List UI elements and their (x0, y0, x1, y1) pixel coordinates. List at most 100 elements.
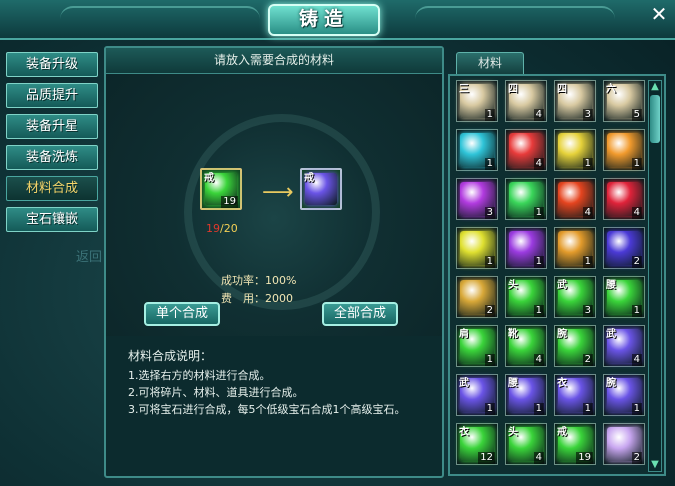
inventory-slot[interactable]: 4 (505, 129, 547, 171)
item-count: 3 (484, 207, 495, 219)
item-count: 2 (631, 452, 642, 464)
inventory-slot[interactable]: 1 (456, 129, 498, 171)
item-count: 1 (484, 256, 495, 268)
item-count: 1 (533, 256, 544, 268)
inventory-slot[interactable]: 1 (603, 129, 645, 171)
item-label: 四 (557, 84, 567, 95)
item-label: 衣 (459, 427, 469, 438)
item-label: 头 (508, 280, 518, 291)
menu-item-equip-star[interactable]: 装备升星 (6, 114, 98, 139)
menu-item-gem-inlay[interactable]: 宝石镶嵌 (6, 207, 98, 232)
menu-item-equip-upgrade[interactable]: 装备升级 (6, 52, 98, 77)
output-slot[interactable]: 戒 (300, 168, 342, 210)
item-label: 衣 (557, 378, 567, 389)
tab-materials[interactable]: 材料 (456, 52, 524, 74)
item-count: 4 (631, 354, 642, 366)
menu-item-quality-boost[interactable]: 品质提升 (6, 83, 98, 108)
inventory-slot[interactable]: 腕1 (603, 374, 645, 416)
inventory-slot[interactable]: 武3 (554, 276, 596, 318)
item-label: 六 (606, 84, 616, 95)
inventory-slot[interactable]: 2 (456, 276, 498, 318)
item-label: 腰 (508, 378, 518, 389)
item-count: 2 (484, 305, 495, 317)
item-count: 1 (484, 158, 495, 170)
item-count: 4 (631, 207, 642, 219)
menu-item-equip-refine[interactable]: 装备洗炼 (6, 145, 98, 170)
item-count: 1 (631, 305, 642, 317)
inventory-slot[interactable]: 戒 19 (554, 423, 596, 465)
item-count: 2 (631, 256, 642, 268)
inventory-slot[interactable]: 4 (603, 178, 645, 220)
close-button[interactable]: ✕ (649, 4, 669, 24)
inventory-slot[interactable]: 4 (554, 178, 596, 220)
description-line: 3.可将宝石进行合成，每5个低级宝石合成1个高级宝石。 (128, 403, 406, 416)
item-count: 4 (533, 452, 544, 464)
item-label: 腕 (557, 329, 567, 340)
item-count: 19 (576, 452, 593, 464)
inventory-slot[interactable]: 1 (456, 227, 498, 269)
inventory-slot[interactable]: 头4 (505, 423, 547, 465)
description-line: 2.可将碎片、材料、道具进行合成。 (128, 386, 304, 399)
all-synthesis-button[interactable]: 全部合成 (322, 302, 399, 326)
item-label: 四 (508, 84, 518, 95)
item-count: 12 (478, 452, 495, 464)
single-synthesis-button[interactable]: 单个合成 (144, 302, 221, 326)
inventory-slot[interactable]: 2 (603, 423, 645, 465)
scroll-up-icon[interactable]: ▲ (649, 81, 661, 93)
inventory-slot[interactable]: 三1 (456, 80, 498, 122)
item-label: 武 (606, 329, 616, 340)
item-label: 头 (508, 427, 518, 438)
menu-item-material-synthesis[interactable]: 材料合成 (6, 176, 98, 201)
inventory-slot[interactable]: 头1 (505, 276, 547, 318)
inventory-slot[interactable]: 1 (554, 227, 596, 269)
inventory-slot[interactable]: 腰1 (505, 374, 547, 416)
inventory-slot[interactable]: 衣1 (554, 374, 596, 416)
inventory-slot[interactable]: 武1 (456, 374, 498, 416)
inventory-slot[interactable]: 1 (554, 129, 596, 171)
item-count: 5 (631, 109, 642, 121)
inventory-scrollbar[interactable]: ▲ ▼ (648, 80, 662, 472)
inventory-slot[interactable]: 1 (505, 227, 547, 269)
inventory-slot[interactable]: 衣 12 (456, 423, 498, 465)
arrow-icon: ⟶ (262, 180, 294, 205)
synthesis-panel: 请放入需要合成的材料 戒 19 ⟶ 戒 19/20 成功率：100% 费 用：2… (104, 46, 444, 478)
item-count: 1 (484, 109, 495, 121)
item-label: 肩 (459, 329, 469, 340)
inventory-panel: 三1四4四3六51411314411122头1武3腰1肩1靴4腕2武4武1腰1衣… (448, 74, 666, 476)
success-rate: 成功率：100% (221, 274, 297, 287)
inventory-slot[interactable]: 四4 (505, 80, 547, 122)
item-label: 腰 (606, 280, 616, 291)
inventory-slot[interactable]: 四3 (554, 80, 596, 122)
item-label: 三 (459, 84, 469, 95)
item-label: 武 (557, 280, 567, 291)
count-have: 19 (206, 222, 220, 235)
inventory-slot[interactable]: 武4 (603, 325, 645, 367)
item-count: 4 (533, 158, 544, 170)
item-count: 4 (533, 109, 544, 121)
item-count: 4 (533, 354, 544, 366)
input-item-count: 19 (221, 196, 238, 208)
inventory-slot[interactable]: 1 (505, 178, 547, 220)
item-count: 1 (533, 305, 544, 317)
title-bar: 铸造 ✕ (0, 0, 675, 40)
item-count: 1 (484, 354, 495, 366)
item-count: 1 (582, 256, 593, 268)
description-line: 1.选择右方的材料进行合成。 (128, 369, 271, 382)
input-slot[interactable]: 戒 19 (200, 168, 242, 210)
item-count: 1 (582, 403, 593, 415)
inventory-slot[interactable]: 六5 (603, 80, 645, 122)
item-count: 1 (533, 207, 544, 219)
inventory-slot[interactable]: 腕2 (554, 325, 596, 367)
inventory-slot[interactable]: 肩1 (456, 325, 498, 367)
craft-area: 戒 19 ⟶ 戒 19/20 成功率：100% 费 用：2000 (106, 74, 442, 336)
inventory-slot[interactable]: 腰1 (603, 276, 645, 318)
scroll-down-icon[interactable]: ▼ (649, 459, 661, 471)
inventory-slot[interactable]: 3 (456, 178, 498, 220)
item-count: 1 (582, 158, 593, 170)
description-title: 材料合成说明： (128, 349, 213, 363)
background-return-text: 返回 (76, 250, 103, 265)
count-need: 20 (223, 222, 238, 235)
inventory-slot[interactable]: 靴4 (505, 325, 547, 367)
scroll-thumb[interactable] (650, 95, 660, 143)
inventory-slot[interactable]: 2 (603, 227, 645, 269)
